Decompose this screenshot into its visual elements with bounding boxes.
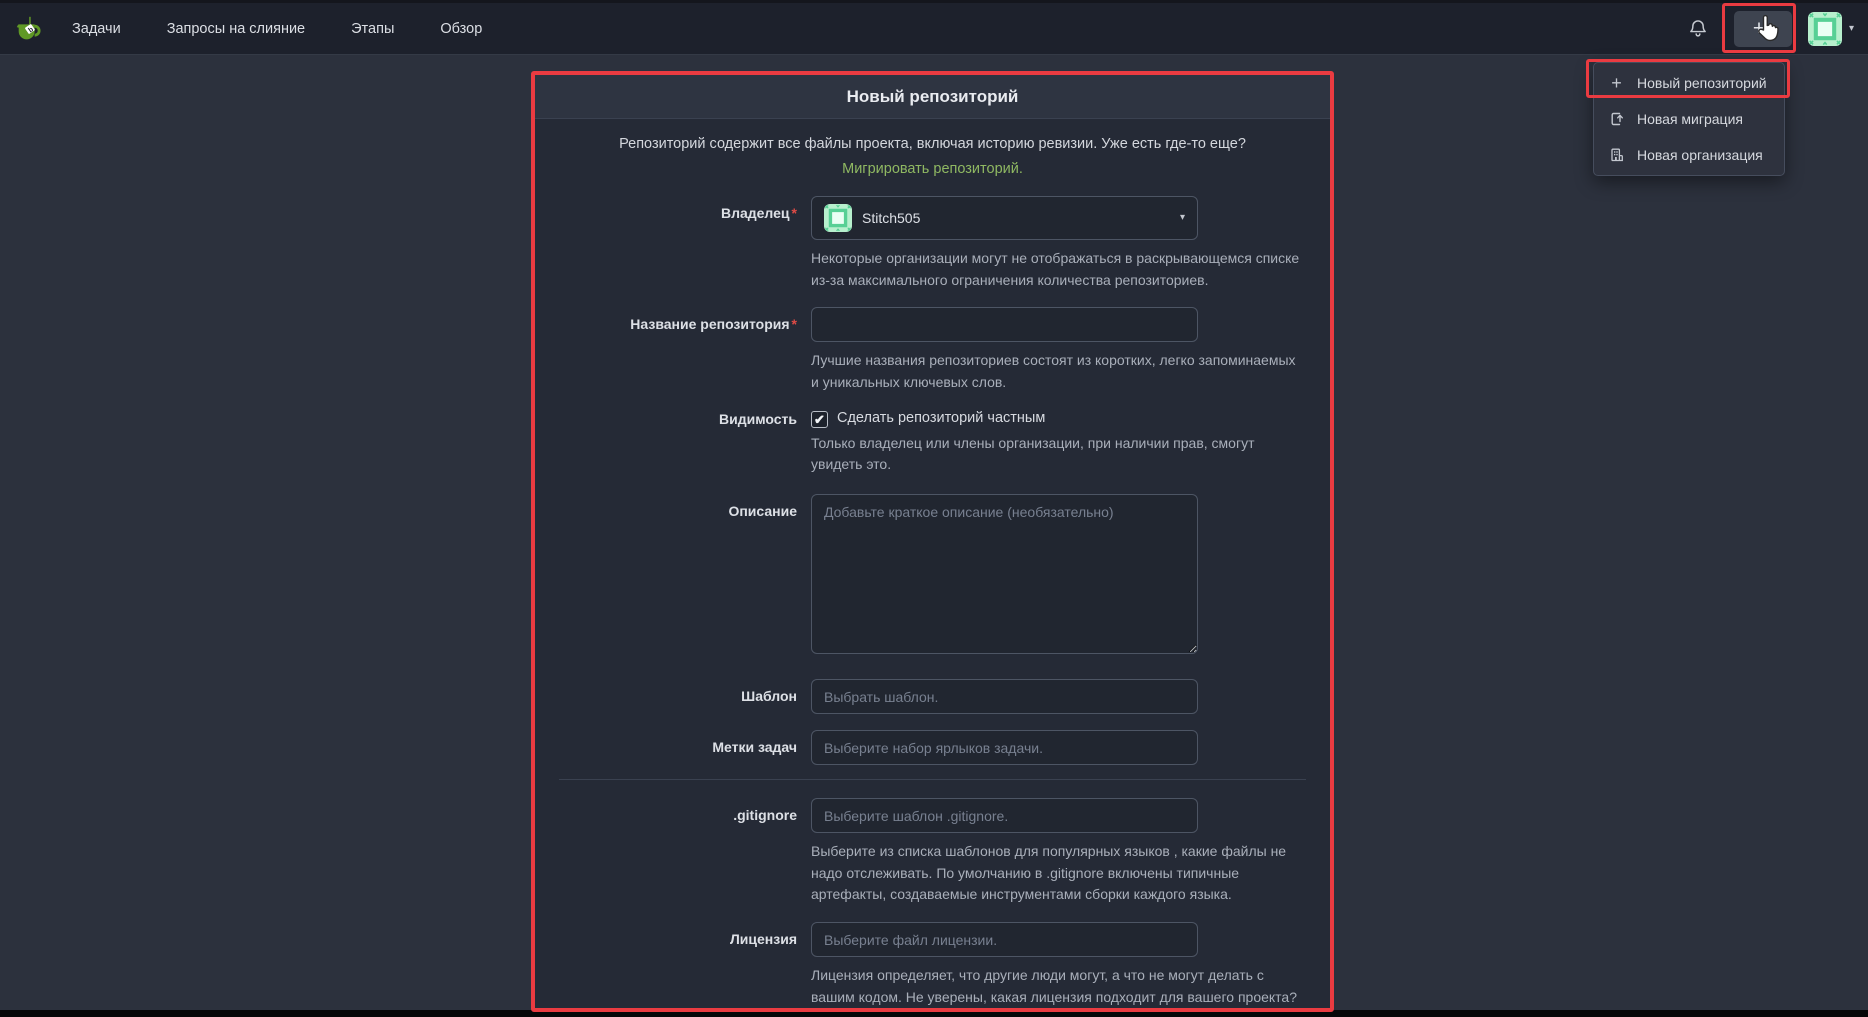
license-input[interactable] (811, 922, 1198, 957)
template-field-row: Шаблон (559, 679, 1306, 714)
create-new-dropdown-menu: + Новый репозиторий Новая миграция Новая… (1593, 62, 1785, 176)
repo-name-help-text: Лучшие названия репозиториев состоят из … (811, 350, 1306, 393)
chevron-down-icon: ▾ (1849, 23, 1854, 34)
chevron-down-icon: ▾ (1180, 212, 1185, 223)
migrate-repository-link[interactable]: Мигрировать репозиторий. (842, 161, 1023, 177)
section-divider (559, 779, 1306, 780)
menu-item-new-organization[interactable]: Новая организация (1594, 137, 1784, 173)
description-textarea[interactable] (811, 494, 1198, 654)
new-repository-panel: Новый репозиторий Репозиторий содержит в… (531, 71, 1334, 1012)
description-label: Описание (559, 494, 811, 659)
menu-item-label: Новая миграция (1637, 111, 1743, 127)
checkmark-icon: ✔ (814, 413, 825, 426)
menu-item-label: Новый репозиторий (1637, 75, 1767, 91)
plus-icon: + (1753, 18, 1765, 39)
gitignore-field-row: .gitignore Выберите из списка шаблонов д… (559, 798, 1306, 906)
migration-icon (1608, 111, 1625, 127)
organization-icon (1608, 147, 1625, 163)
nav-item-milestones[interactable]: Этапы (351, 21, 394, 37)
gitea-logo[interactable]: b (14, 14, 44, 44)
form-intro: Репозиторий содержит все файлы проекта, … (588, 132, 1278, 182)
user-menu-button[interactable]: ▾ (1808, 12, 1854, 46)
owner-help-text: Некоторые организации могут не отображат… (811, 248, 1306, 291)
owner-avatar (824, 204, 852, 232)
license-help-text: Лицензия определяет, что другие люди мог… (811, 965, 1306, 1012)
license-label: Лицензия (559, 922, 811, 1012)
description-field-row: Описание (559, 494, 1306, 659)
menu-item-new-migration[interactable]: Новая миграция (1594, 101, 1784, 137)
issue-labels-label: Метки задач (559, 730, 811, 765)
intro-text: Репозиторий содержит все файлы проекта, … (619, 136, 1246, 152)
nav-item-pull-requests[interactable]: Запросы на слияние (167, 21, 305, 37)
gitignore-label: .gitignore (559, 798, 811, 906)
nav-item-issues[interactable]: Задачи (72, 21, 121, 37)
navbar: b Задачи Запросы на слияние Этапы Обзор … (0, 3, 1868, 55)
panel-header: Новый репозиторий (535, 75, 1330, 119)
template-label: Шаблон (559, 679, 811, 714)
repo-name-input[interactable] (811, 307, 1198, 342)
create-new-button[interactable]: + ▾ (1734, 11, 1792, 47)
private-checkbox[interactable]: ✔ (811, 411, 828, 428)
menu-item-new-repository[interactable]: + Новый репозиторий (1594, 65, 1784, 101)
required-asterisk: * (792, 205, 797, 221)
chevron-down-icon: ▾ (1768, 23, 1773, 34)
nav-item-explore[interactable]: Обзор (440, 21, 482, 37)
navbar-right: + ▾ ▾ (1680, 11, 1854, 47)
template-input[interactable] (811, 679, 1198, 714)
panel-body: Репозиторий содержит все файлы проекта, … (535, 119, 1330, 1012)
gitignore-help-text: Выберите из списка шаблонов для популярн… (811, 841, 1306, 906)
plus-icon: + (1608, 74, 1625, 92)
visibility-field-row: Видимость ✔ Сделать репозиторий частным … (559, 410, 1306, 476)
owner-select[interactable]: Stitch505 ▾ (811, 196, 1198, 240)
menu-item-label: Новая организация (1637, 147, 1763, 163)
owner-label: Владелец* (559, 196, 811, 291)
visibility-help-text: Только владелец или члены организации, п… (811, 433, 1306, 476)
repo-name-label: Название репозитория* (559, 307, 811, 393)
required-asterisk: * (792, 316, 797, 332)
notifications-button[interactable] (1680, 11, 1716, 47)
visibility-label: Видимость (559, 410, 811, 476)
page-title: Новый репозиторий (847, 87, 1019, 107)
choose-license-link[interactable]: Выберите лицензию. (878, 1010, 1015, 1012)
issue-labels-field-row: Метки задач (559, 730, 1306, 765)
private-checkbox-label[interactable]: Сделать репозиторий частным (837, 410, 1045, 426)
bell-icon (1687, 18, 1709, 40)
repo-name-field-row: Название репозитория* Лучшие названия ре… (559, 307, 1306, 393)
user-avatar (1808, 12, 1842, 46)
owner-selected-value: Stitch505 (862, 210, 1170, 226)
issue-labels-input[interactable] (811, 730, 1198, 765)
owner-field-row: Владелец* Stitch505 ▾ Некоторые организа… (559, 196, 1306, 291)
license-field-row: Лицензия Лицензия определяет, что другие… (559, 922, 1306, 1012)
gitignore-input[interactable] (811, 798, 1198, 833)
